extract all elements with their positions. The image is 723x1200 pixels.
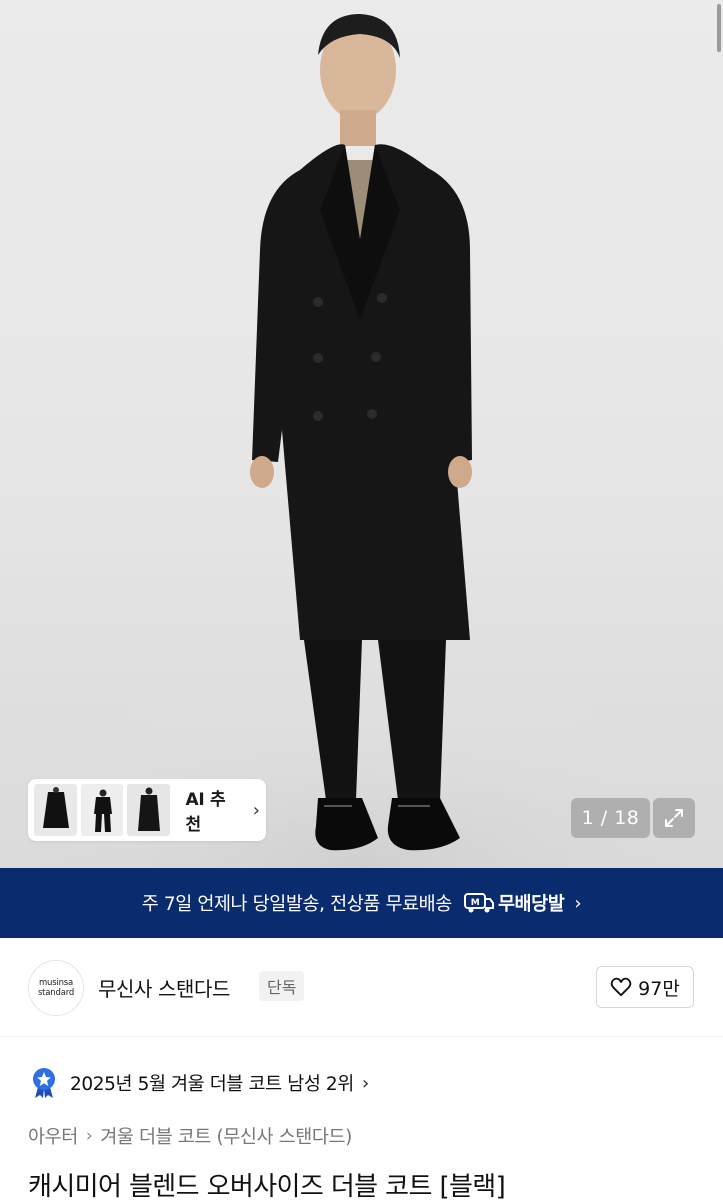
heart-icon	[610, 977, 632, 997]
delivery-truck-icon: M	[463, 893, 494, 913]
breadcrumb-item-outer[interactable]: 아우터	[28, 1123, 78, 1149]
suit-thumbnail-icon	[80, 784, 123, 836]
breadcrumb: 아우터 › 겨울 더블 코트 (무신사 스탠다드)	[28, 1123, 352, 1149]
long-coat-thumbnail-icon	[127, 784, 170, 836]
product-image-gallery[interactable]: AI 추천 › 1 / 18	[0, 0, 723, 868]
image-counter: 1 / 18	[571, 798, 650, 838]
chevron-right-icon: ›	[361, 1072, 370, 1094]
chevron-right-icon: ›	[252, 799, 260, 821]
ai-recommend-label: AI 추천	[185, 790, 226, 835]
ai-thumbnail-2[interactable]	[80, 784, 123, 836]
brand-row: musinsa standard 무신사 스탠다드 단독 97만	[0, 938, 723, 1036]
counter-total: 18	[614, 807, 640, 829]
product-title: 캐시미어 블렌드 오버사이즈 더블 코트 [블랙]	[28, 1172, 506, 1200]
coat-thumbnail-icon	[34, 784, 77, 836]
svg-text:M: M	[471, 898, 480, 908]
free-delivery-label: 무배당발	[497, 894, 565, 915]
expand-icon	[665, 809, 683, 827]
brand-logo-line2: standard	[37, 988, 75, 998]
ranking-text: 2025년 5월 겨울 더블 코트 남성 2위	[70, 1074, 354, 1095]
ai-thumbnail-3[interactable]	[127, 784, 170, 836]
breadcrumb-item-category[interactable]: 겨울 더블 코트 (무신사 스탠다드)	[100, 1123, 352, 1149]
counter-separator: /	[594, 807, 615, 829]
counter-current: 1	[581, 807, 595, 829]
scrollbar-thumb[interactable]	[717, 4, 721, 52]
delivery-text: 주 7일 언제나 당일발송, 전상품 무료배송	[141, 894, 453, 915]
ranking-medal-icon	[33, 1068, 55, 1098]
breadcrumb-separator-icon: ›	[85, 1126, 93, 1146]
ai-recommendation-card[interactable]: AI 추천 ›	[28, 779, 266, 841]
expand-button[interactable]	[653, 798, 695, 838]
divider	[0, 1036, 723, 1037]
exclusive-badge: 단독	[259, 971, 305, 1001]
like-button[interactable]: 97만	[596, 966, 694, 1008]
ranking-link[interactable]: 2025년 5월 겨울 더블 코트 남성 2위 ›	[30, 1064, 369, 1102]
delivery-banner[interactable]: 주 7일 언제나 당일발송, 전상품 무료배송 M 무배당발 ›	[0, 868, 723, 938]
brand-name-link[interactable]: 무신사 스탠다드	[98, 973, 230, 1002]
brand-logo-line1: musinsa	[38, 978, 74, 988]
product-photo	[0, 14, 723, 868]
brand-logo[interactable]: musinsa standard	[28, 960, 84, 1016]
like-count: 97만	[638, 977, 680, 1000]
chevron-right-icon: ›	[574, 892, 582, 914]
ai-thumbnail-1[interactable]	[34, 784, 77, 836]
free-delivery-badge: M 무배당발	[463, 890, 565, 916]
